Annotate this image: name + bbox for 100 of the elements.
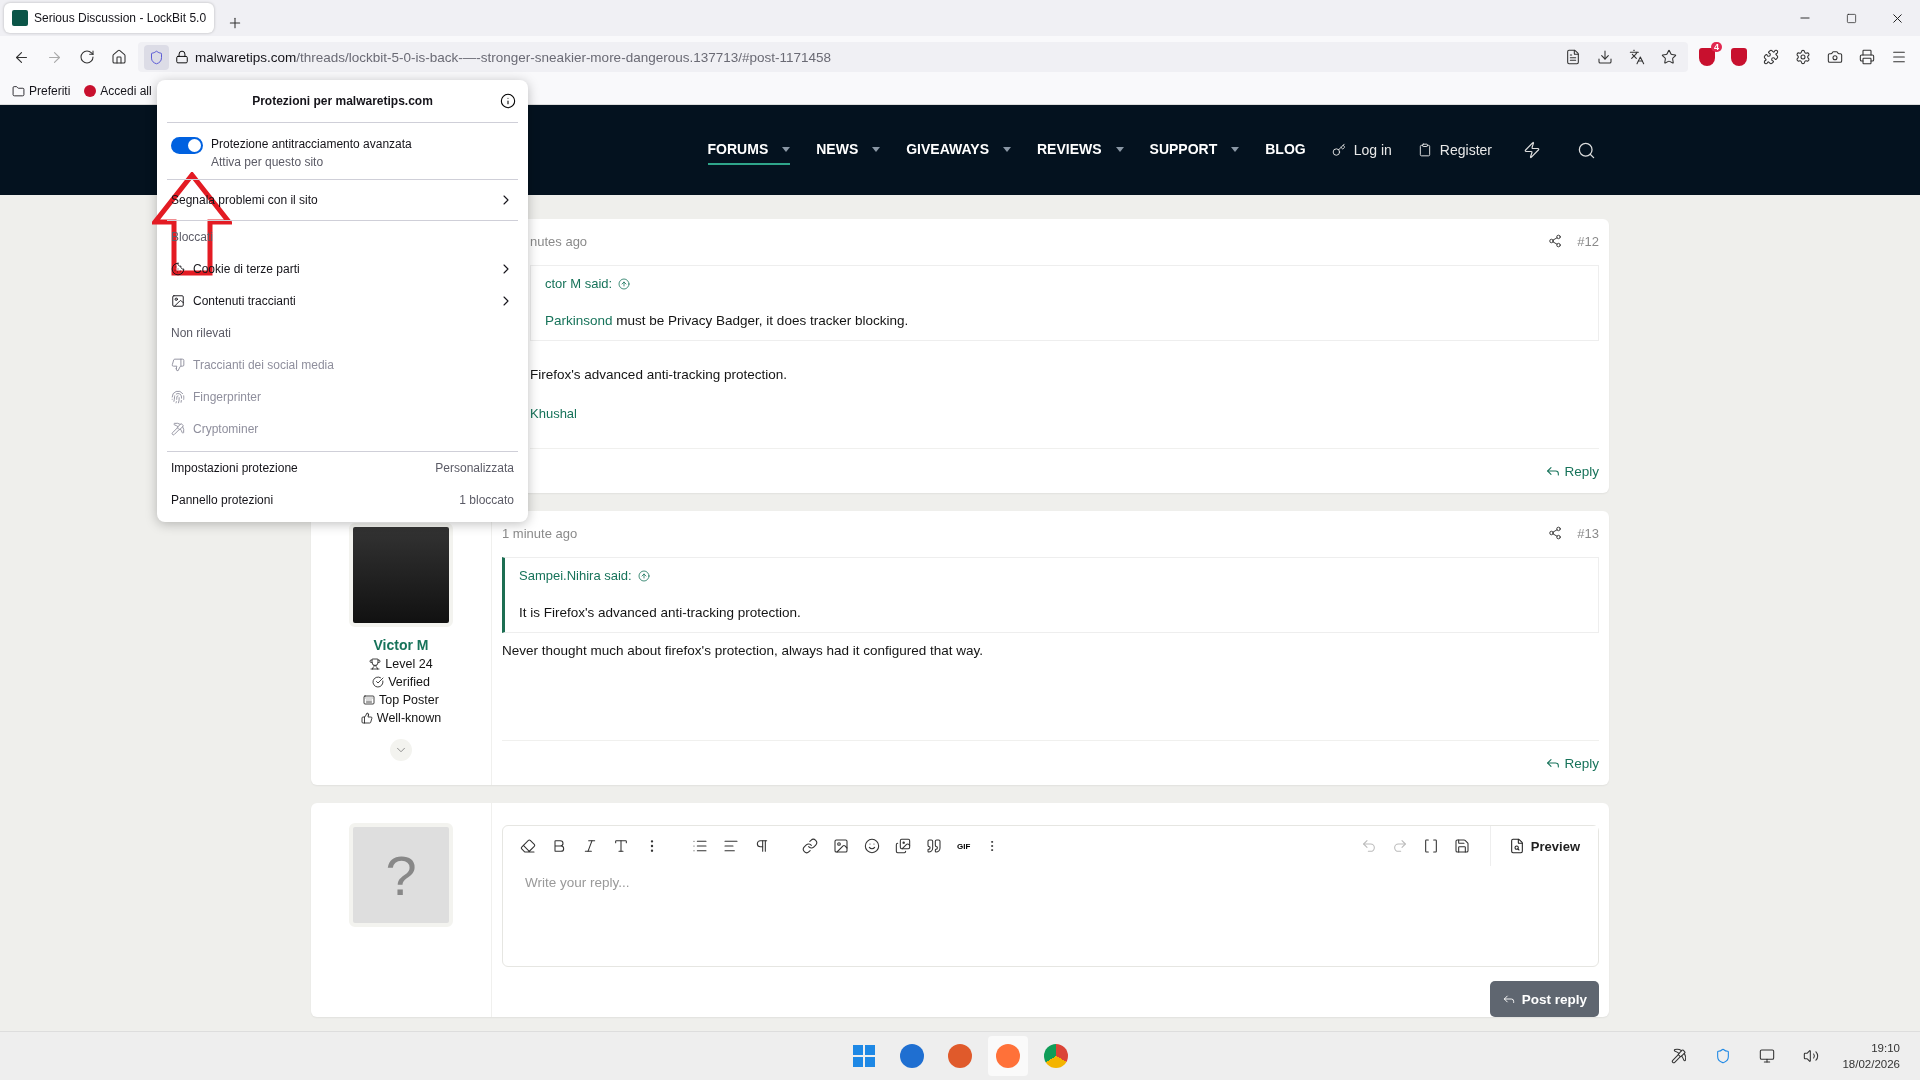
nav-tab[interactable]: FORUMS	[707, 135, 791, 165]
shield-extension-icon	[1699, 48, 1715, 66]
mention-link[interactable]: Parkinsond	[545, 313, 613, 328]
post-time: nutes ago	[530, 233, 588, 249]
reply-input-field[interactable]: Write your reply...	[523, 874, 1578, 891]
toggle-label: Protezione antitracciamento avanzata	[211, 137, 412, 151]
share-icon	[1548, 526, 1563, 540]
info-icon	[500, 93, 516, 109]
italic-icon	[582, 838, 598, 854]
fingerprint-icon	[171, 390, 185, 404]
cookie-icon	[171, 262, 185, 276]
brackets-icon	[1422, 838, 1439, 854]
panel-footer-item[interactable]: Pannello protezioni 1 bloccato	[167, 484, 518, 516]
puzzle-icon	[1763, 49, 1779, 65]
toggle-sublabel: Attiva per questo sito	[211, 155, 325, 169]
redo-icon	[1391, 838, 1408, 854]
user-badge-label: Top Poster	[379, 693, 439, 707]
eraser-icon	[520, 838, 536, 854]
extension-button[interactable]: 4	[1694, 43, 1720, 71]
address-bar[interactable]: malwaretips.com/threads/lockbit-5-0-is-back-—-stronger-sneakier-more-dangerous.137713/#post-1171458	[138, 42, 1688, 72]
taskbar-app-button[interactable]	[988, 1036, 1028, 1076]
home-icon	[111, 49, 127, 65]
reload-icon	[79, 49, 95, 65]
share-icon	[1548, 234, 1563, 248]
username-link[interactable]: Victor M	[373, 637, 429, 653]
post-number: #12	[1577, 233, 1599, 249]
bold-icon	[551, 838, 567, 854]
caret-icon	[872, 146, 881, 152]
info-button[interactable]	[498, 91, 518, 111]
post-body: Firefox's advanced anti-tracking protection.	[530, 367, 788, 382]
tray-app-icon	[1671, 1048, 1688, 1064]
page-icon	[1565, 49, 1581, 65]
shield-icon	[1715, 1048, 1732, 1064]
quote-author-link[interactable]: ctor M said:	[545, 276, 631, 291]
blocked-tracker-item[interactable]: Contenuti traccianti	[167, 285, 518, 317]
bookmark-link[interactable]: Preferiti	[12, 84, 71, 98]
bookmark-link[interactable]: Accedi all	[84, 84, 152, 98]
gif-button[interactable]: GIF	[952, 836, 976, 856]
speaker-icon	[1803, 1048, 1820, 1064]
nav-tab[interactable]: REVIEWS	[1037, 135, 1124, 165]
section-heading: Non rilevati	[170, 325, 233, 342]
list-icon	[692, 838, 708, 854]
nav-tab[interactable]: SUPPORT	[1149, 135, 1240, 165]
network-icon	[1759, 1048, 1776, 1064]
menu-icon	[1891, 49, 1907, 65]
settings-icon	[1795, 49, 1811, 65]
nav-tab[interactable]: GIVEAWAYS	[906, 135, 1011, 165]
user-badge-label: Verified	[388, 675, 430, 689]
shield-button[interactable]	[144, 44, 169, 70]
preview-button[interactable]: Preview	[1489, 826, 1598, 866]
site-icon	[84, 85, 97, 97]
search-icon	[1577, 140, 1596, 160]
post-reply-button[interactable]: Post reply	[1489, 981, 1599, 1017]
download-icon	[1597, 49, 1613, 65]
quote-text: It is Firefox's advanced anti-tracking protection.	[519, 605, 802, 620]
gallery-icon	[895, 838, 911, 854]
reply-arrow-icon	[1501, 992, 1516, 1006]
nav-tab[interactable]: BLOG	[1265, 135, 1306, 165]
extension-badge: 4	[1711, 42, 1722, 52]
undo-icon	[1360, 838, 1377, 854]
keyboard-icon	[363, 694, 376, 706]
save-icon	[1453, 838, 1470, 854]
paragraph-icon	[754, 838, 770, 854]
smiley-icon	[864, 838, 880, 854]
lock-icon	[175, 50, 189, 64]
user-badge-label: Level 24	[385, 657, 433, 671]
shield-icon	[149, 49, 164, 65]
signature-link[interactable]: Khushal	[530, 406, 577, 421]
arrow-up-circle-icon	[618, 277, 631, 290]
clock[interactable]: 19:10 18/02/2026	[1842, 1040, 1900, 1072]
nav-tab[interactable]: NEWS	[816, 135, 881, 165]
printer-icon	[1859, 49, 1875, 65]
restore-icon	[1845, 12, 1857, 24]
quote-text: Parkinsond must be Privacy Badger, it does tracker blocking.	[545, 313, 910, 328]
star-icon	[1661, 49, 1677, 65]
reply-link[interactable]: Reply	[1545, 755, 1599, 771]
browser-tab[interactable]: Serious Discussion - LockBit 5.0	[4, 3, 214, 33]
caret-icon	[1231, 146, 1240, 152]
register-link[interactable]: Register	[1417, 142, 1492, 158]
tracker-label: Cryptominer	[193, 422, 259, 436]
thumbs-up-icon	[360, 712, 373, 724]
panel-footer-item[interactable]: Impostazioni protezione Personalizzata	[167, 452, 518, 484]
app-icon	[948, 1044, 972, 1068]
site-favicon-icon	[12, 10, 28, 26]
thumbs-down-icon	[171, 358, 185, 372]
shield-extension-icon	[1731, 48, 1747, 66]
clipboard-icon	[1417, 143, 1432, 157]
text-size-icon	[613, 838, 629, 854]
app-icon	[900, 1044, 924, 1068]
post-body: Never thought much about firefox's protection, always had it configured that way.	[502, 643, 985, 658]
tracking-toggle[interactable]	[171, 137, 203, 154]
reply-link[interactable]: Reply	[1545, 463, 1599, 479]
tracker-label: Fingerprinter	[193, 390, 262, 404]
align-icon	[723, 838, 739, 854]
caret-icon	[782, 146, 791, 152]
caret-icon	[1003, 146, 1011, 152]
quote-author-link[interactable]: Sampei.Nihira said:	[519, 568, 650, 583]
arrow-up-circle-icon	[637, 569, 650, 582]
lightning-icon	[1523, 141, 1541, 159]
login-link[interactable]: Log in	[1331, 142, 1392, 158]
